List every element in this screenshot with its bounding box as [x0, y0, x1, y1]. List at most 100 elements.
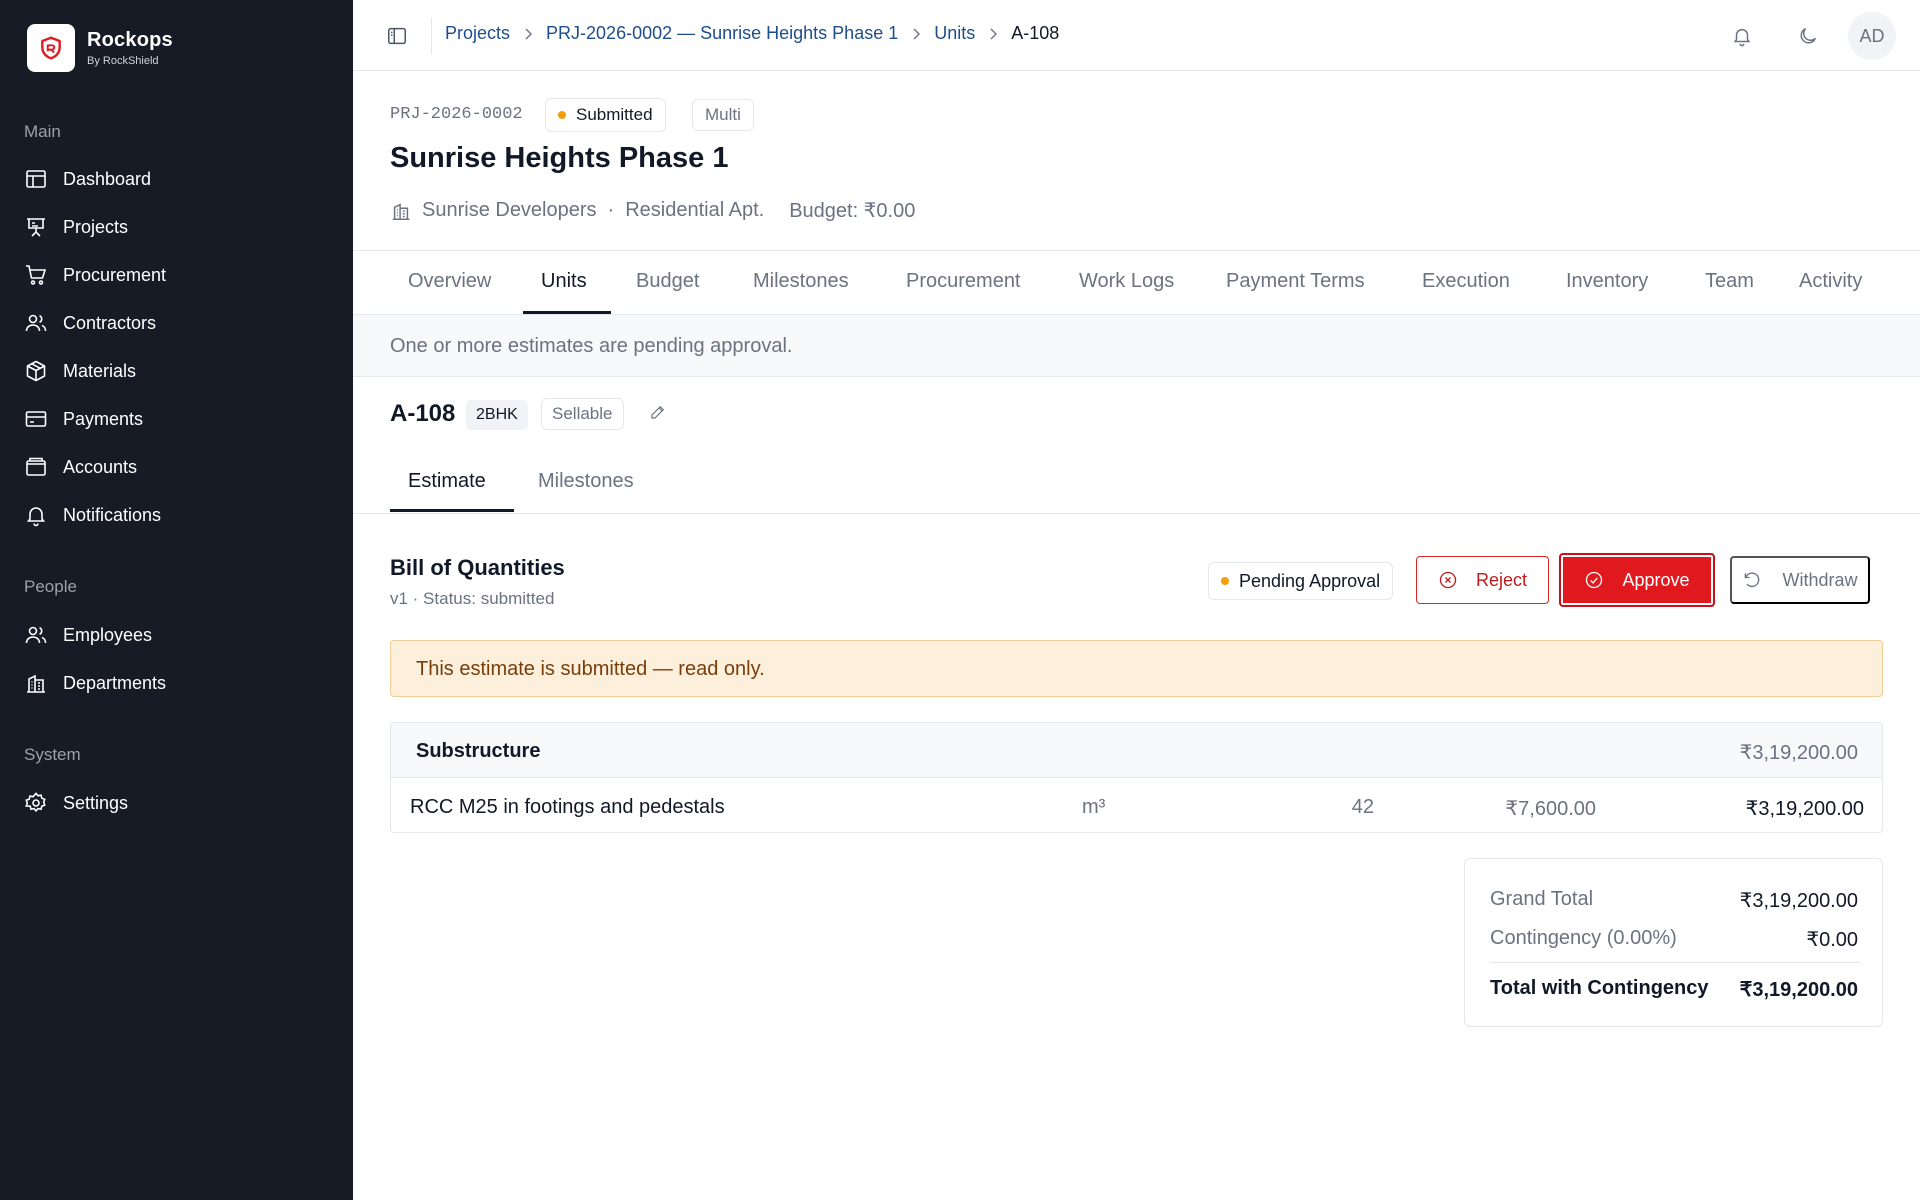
credit-card-icon: [25, 411, 47, 427]
building-icon: [27, 674, 45, 693]
moon-icon: [1800, 27, 1817, 44]
breadcrumb-project[interactable]: PRJ-2026-0002 — Sunrise Heights Phase 1: [546, 23, 898, 44]
building-icon: [392, 202, 410, 220]
breadcrumb-units[interactable]: Units: [934, 23, 975, 44]
chevron-right-icon: [908, 26, 924, 42]
subtabs-divider: [353, 513, 1920, 514]
project-status-label: Submitted: [576, 105, 653, 124]
sidebar-item-payments[interactable]: Payments: [24, 401, 143, 437]
sidebar-toggle-button[interactable]: [383, 22, 411, 50]
boq-title: Bill of Quantities: [390, 555, 565, 580]
breadcrumb-current: A-108: [1011, 23, 1060, 43]
theme-toggle-button[interactable]: [1792, 20, 1824, 52]
contingency-label: Contingency (0.00%): [1490, 927, 1677, 949]
boq-section-row[interactable]: Substructure ₹3,19,200.00: [391, 723, 1882, 778]
sidebar-item-label: Settings: [63, 792, 129, 813]
sidebar-item-contractors[interactable]: Contractors: [24, 305, 156, 341]
tab-execution[interactable]: Execution: [1422, 270, 1510, 293]
sidebar-item-materials[interactable]: Materials: [24, 353, 136, 389]
panel-left-icon: [388, 27, 406, 45]
pending-approval-text: One or more estimates are pending approv…: [390, 335, 793, 357]
tab-milestones[interactable]: Milestones: [753, 270, 849, 293]
pending-approval-banner: One or more estimates are pending approv…: [353, 315, 1920, 377]
users-icon: [25, 314, 47, 332]
sidebar-item-procurement[interactable]: Procurement: [24, 257, 166, 293]
sidebar-item-label: Employees: [63, 624, 153, 645]
sidebar-item-employees[interactable]: Employees: [24, 617, 152, 653]
tab-units[interactable]: Units: [541, 270, 587, 293]
sidebar-item-notifications[interactable]: Notifications: [24, 497, 161, 533]
approve-label: Approve: [1622, 569, 1690, 590]
sidebar-item-label: Materials: [63, 360, 137, 381]
sidebar-item-departments[interactable]: Departments: [24, 665, 166, 701]
tab-payment-terms[interactable]: Payment Terms: [1226, 270, 1365, 293]
project-code: PRJ-2026-0002: [390, 105, 523, 124]
x-circle-icon: [1439, 571, 1457, 589]
table-row[interactable]: RCC M25 in footings and pedestals m³ 42 …: [391, 779, 1882, 832]
item-amount: ₹3,19,200.00: [1745, 798, 1864, 820]
withdraw-button[interactable]: Withdraw: [1730, 556, 1870, 604]
tab-overview[interactable]: Overview: [408, 270, 491, 293]
total-with-contingency-label: Total with Contingency: [1490, 977, 1709, 999]
topbar-divider: [431, 18, 432, 54]
active-subtab-indicator: [390, 509, 514, 512]
reject-label: Reject: [1475, 569, 1528, 590]
contingency-value: ₹0.00: [1806, 929, 1858, 951]
nav-section-system: System: [24, 745, 81, 764]
subtab-estimate[interactable]: Estimate: [408, 470, 486, 493]
section-total: ₹3,19,200.00: [1739, 742, 1858, 764]
users-icon: [25, 626, 47, 644]
chevron-right-icon: [520, 26, 536, 42]
project-mode-badge: Multi: [692, 99, 754, 131]
sidebar-item-label: Contractors: [63, 312, 157, 333]
tab-team[interactable]: Team: [1705, 270, 1754, 293]
boq-subtitle: v1 · Status: submitted: [390, 589, 555, 608]
sidebar-item-settings[interactable]: Settings: [24, 785, 128, 821]
estimate-status-label: Pending Approval: [1239, 570, 1381, 591]
brand[interactable]: Rockops By RockShield: [27, 24, 173, 72]
rockshield-logo-icon: [27, 24, 75, 72]
wallet-icon: [26, 457, 46, 476]
tab-budget[interactable]: Budget: [636, 270, 699, 293]
tab-work-logs[interactable]: Work Logs: [1079, 270, 1174, 293]
edit-unit-button[interactable]: [649, 403, 671, 425]
projects-icon: [27, 218, 45, 237]
boq-table: Substructure ₹3,19,200.00 RCC M25 in foo…: [390, 722, 1883, 833]
subtab-milestones[interactable]: Milestones: [538, 470, 634, 493]
brand-subtitle: By RockShield: [87, 55, 159, 67]
project-type: Residential Apt.: [625, 199, 765, 221]
breadcrumb-projects[interactable]: Projects: [445, 23, 510, 44]
withdraw-label: Withdraw: [1782, 569, 1858, 590]
meta-separator: ·: [607, 199, 615, 221]
tab-activity[interactable]: Activity: [1799, 270, 1862, 293]
project-budget: Budget: ₹0.00: [789, 200, 916, 222]
totals-card: Grand Total ₹3,19,200.00 Contingency (0.…: [1464, 858, 1883, 1027]
read-only-alert: This estimate is submitted — read only.: [390, 640, 1883, 697]
sidebar-item-dashboard[interactable]: Dashboard: [24, 161, 151, 197]
sidebar-item-label: Procurement: [63, 264, 167, 285]
sidebar-item-label: Payments: [63, 408, 144, 429]
status-dot-icon: [558, 111, 566, 119]
totals-divider: [1490, 962, 1860, 963]
bell-icon: [26, 507, 46, 527]
user-avatar[interactable]: AD: [1848, 12, 1896, 60]
reject-button[interactable]: Reject: [1416, 556, 1549, 604]
approve-button[interactable]: Approve: [1559, 553, 1715, 607]
gear-icon: [25, 792, 46, 813]
sidebar-item-label: Dashboard: [63, 168, 152, 189]
item-description: RCC M25 in footings and pedestals: [410, 796, 725, 818]
sidebar-item-accounts[interactable]: Accounts: [24, 449, 137, 485]
sidebar-item-projects[interactable]: Projects: [24, 209, 128, 245]
check-circle-icon: [1586, 571, 1603, 589]
dashboard-icon: [26, 170, 46, 188]
pencil-icon: [651, 405, 665, 419]
notifications-button[interactable]: [1726, 20, 1758, 52]
undo-icon: [1745, 572, 1760, 588]
total-with-contingency-value: ₹3,19,200.00: [1739, 979, 1858, 1001]
sidebar-item-label: Projects: [63, 216, 129, 237]
sidebar-item-label: Notifications: [63, 504, 162, 525]
sidebar-item-label: Departments: [63, 672, 167, 693]
tab-procurement[interactable]: Procurement: [906, 270, 1021, 293]
sidebar: Rockops By RockShield Main Dashboard Pro…: [0, 0, 353, 1200]
tab-inventory[interactable]: Inventory: [1566, 270, 1648, 293]
